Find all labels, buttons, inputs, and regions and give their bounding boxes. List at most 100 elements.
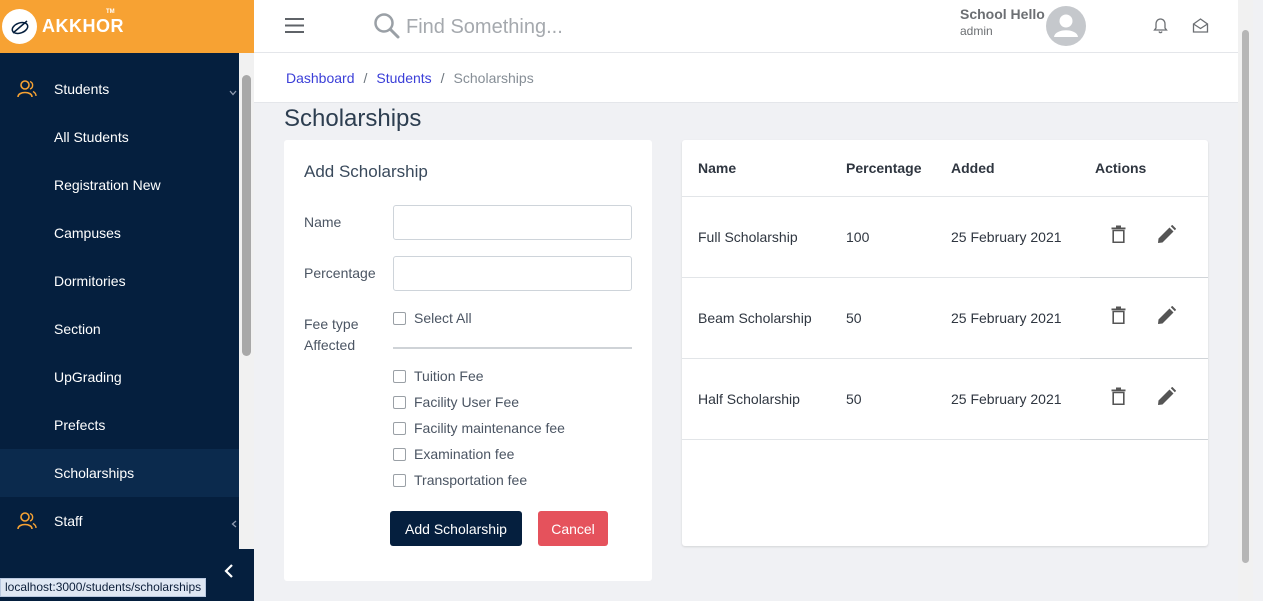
page-title: Scholarships [284,105,422,132]
breadcrumb-separator: / [363,69,368,86]
name-input[interactable] [393,205,632,240]
facility-user-fee-checkbox[interactable] [393,395,406,409]
breadcrumb-current: Scholarships [453,69,534,86]
hamburger-menu-icon[interactable] [285,18,304,38]
scholarship-percentage: 100 [846,229,870,245]
breadcrumb-dashboard[interactable]: Dashboard [286,70,355,86]
cancel-button[interactable]: Cancel [538,511,608,546]
sidebar-item-staff[interactable]: Staff [0,497,239,545]
brand-tm: TM [106,9,115,15]
sidebar-item-label: Campuses [54,225,121,241]
scholarship-percentage: 50 [846,310,862,326]
examination-fee-checkbox[interactable] [393,447,406,461]
collapse-sidebar-icon[interactable] [222,563,236,584]
fee-label: Examination fee [414,446,515,462]
sidebar-item-students[interactable]: Students [0,65,239,113]
scholarships-table: Name Percentage Added Actions Full Schol… [682,140,1208,546]
sidebar-item-section[interactable]: Section [0,305,239,353]
sidebar-nav: Students All Students Registration New C… [0,65,239,545]
page-scrollbar-thumb[interactable] [1242,30,1249,563]
fee-label: Tuition Fee [414,368,484,384]
users-icon [17,80,37,101]
name-label: Name [304,214,342,230]
sidebar-item-campuses[interactable]: Campuses [0,209,239,257]
edit-icon[interactable] [1157,305,1177,330]
chevron-left-icon [231,515,237,531]
scholarship-percentage: 50 [846,391,862,407]
trash-icon[interactable] [1111,387,1126,410]
sidebar-item-prefects[interactable]: Prefects [0,401,239,449]
fee-type-label: Fee type [304,316,359,332]
breadcrumb: Dashboard / Students / Scholarships [254,53,1238,103]
sidebar-item-upgrading[interactable]: UpGrading [0,353,239,401]
users-icon [17,512,37,533]
fee-checkbox-row[interactable]: Facility maintenance fee [393,420,565,436]
table-row: Full Scholarship 100 25 February 2021 [682,197,1208,278]
brand-name: AKKHOR [42,16,124,36]
add-scholarship-button[interactable]: Add Scholarship [390,511,522,546]
column-header-percentage: Percentage [846,160,922,176]
column-header-added: Added [951,160,995,176]
fee-checkbox-row[interactable]: Facility User Fee [393,394,519,410]
sidebar-item-label: Section [54,321,101,337]
sidebar-item-label: Staff [54,513,83,529]
search-input[interactable] [406,12,706,42]
table-row: Half Scholarship 50 25 February 2021 [682,359,1208,440]
bell-icon[interactable] [1153,17,1168,39]
percentage-input[interactable] [393,256,632,291]
scholarship-added: 25 February 2021 [951,391,1062,407]
sidebar-item-label: All Students [54,129,129,145]
table-row: Beam Scholarship 50 25 February 2021 [682,278,1208,359]
sidebar-item-label: Students [54,81,110,97]
fee-checkbox-row[interactable]: Examination fee [393,446,514,462]
select-all-checkbox[interactable] [393,311,406,325]
edit-icon[interactable] [1157,224,1177,249]
avatar[interactable] [1046,6,1086,46]
sidebar-item-label: UpGrading [54,369,122,385]
page-scrollbar[interactable] [1238,0,1253,601]
scholarship-name: Half Scholarship [698,391,800,407]
breadcrumb-separator: / [440,69,445,86]
search-icon[interactable] [373,12,401,45]
column-header-actions: Actions [1095,160,1147,176]
trash-icon[interactable] [1111,225,1126,248]
brand[interactable]: AKKHOR TM [0,0,254,53]
sidebar-item-label: Prefects [54,417,106,433]
sidebar-scrollbar-thumb[interactable] [242,75,251,356]
add-scholarship-form: Add Scholarship Name Percentage Fee type… [284,140,652,581]
transportation-fee-checkbox[interactable] [393,473,406,487]
user-name[interactable]: School Hello [960,6,1045,22]
fee-checkbox-row[interactable]: Transportation fee [393,472,527,488]
user-role: admin [960,24,993,38]
sidebar-item-registration-new[interactable]: Registration New [0,161,239,209]
chevron-down-icon [229,83,237,99]
sidebar-item-all-students[interactable]: All Students [0,113,239,161]
trash-icon[interactable] [1111,306,1126,329]
form-title: Add Scholarship [304,162,428,181]
status-url: localhost:3000/students/scholarships [0,578,207,597]
mail-icon[interactable] [1192,17,1209,39]
scholarship-added: 25 February 2021 [951,310,1062,326]
fee-affected-label: Affected [304,337,356,353]
fee-label: Facility maintenance fee [414,420,565,436]
fee-label: Facility User Fee [414,394,520,410]
sidebar-item-dormitories[interactable]: Dormitories [0,257,239,305]
sidebar-scrollbar[interactable] [239,53,254,549]
facility-maintenance-fee-checkbox[interactable] [393,421,406,435]
tuition-fee-checkbox[interactable] [393,369,406,383]
column-header-name: Name [698,160,737,176]
scholarship-name: Beam Scholarship [698,310,812,326]
edit-icon[interactable] [1157,386,1177,411]
sidebar-item-label: Registration New [54,177,161,193]
top-header: School Hello admin [254,0,1238,53]
select-all-label: Select All [414,310,472,326]
fee-checkbox-row[interactable]: Tuition Fee [393,368,484,384]
breadcrumb-students[interactable]: Students [376,70,431,86]
percentage-label: Percentage [304,265,376,281]
select-all-checkbox-row[interactable]: Select All [393,310,472,326]
row-divider [1080,439,1208,440]
row-divider [682,439,1080,440]
sidebar-item-scholarships[interactable]: Scholarships [0,449,239,497]
sidebar-item-label: Dormitories [54,273,126,289]
divider [393,347,632,349]
